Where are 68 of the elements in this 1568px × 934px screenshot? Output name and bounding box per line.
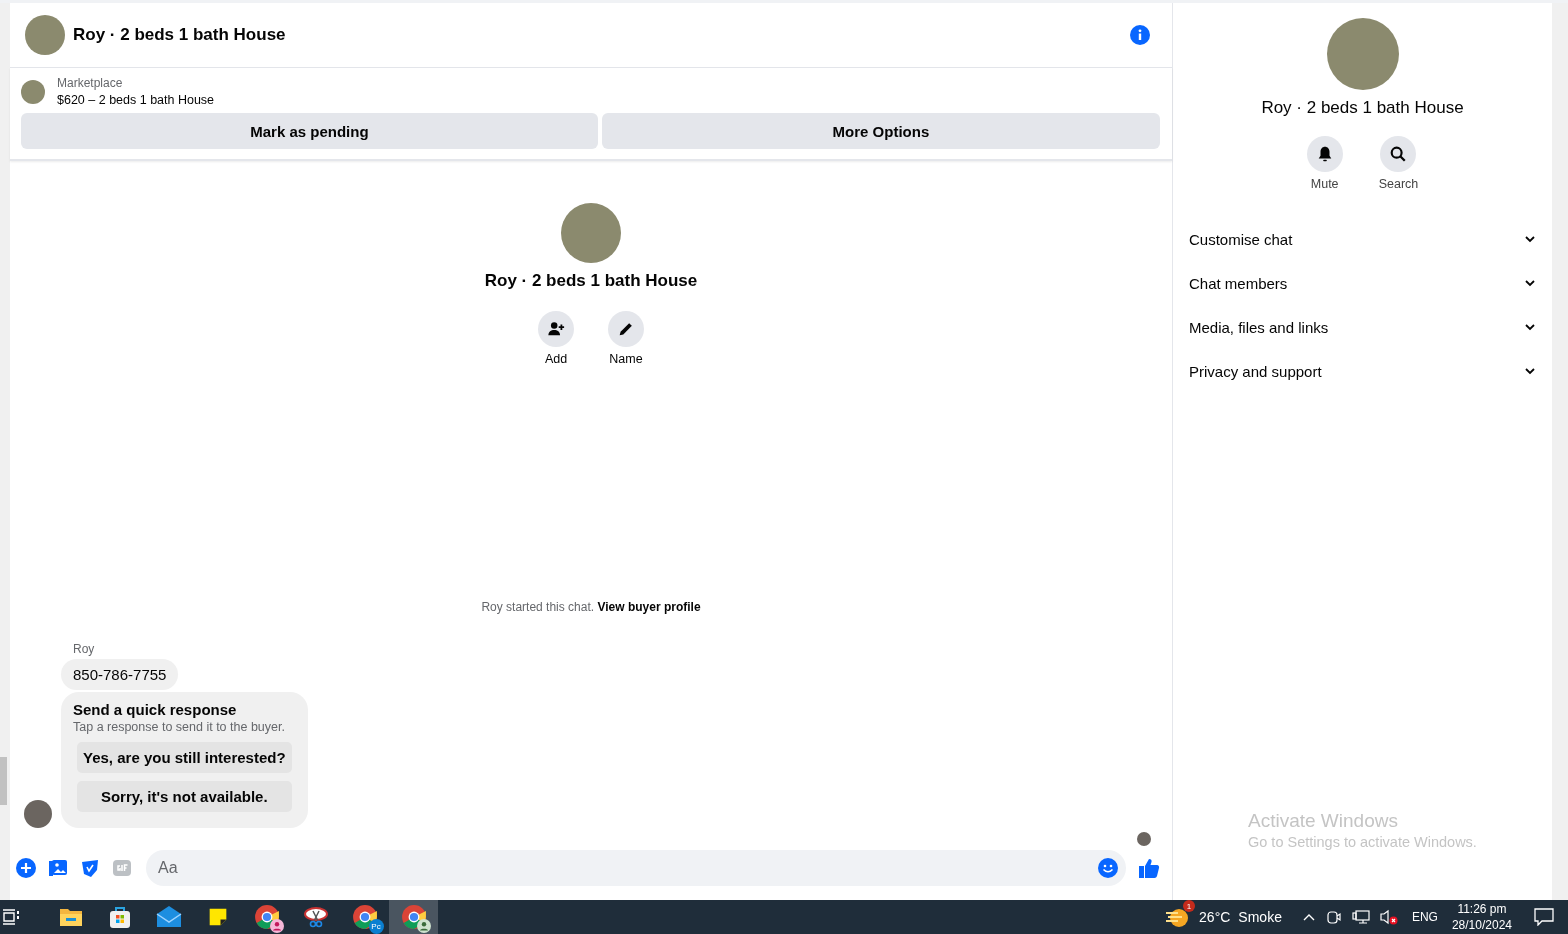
weather-condition: Smoke — [1238, 909, 1282, 925]
chevron-down-icon — [1524, 233, 1536, 245]
quick-response-button[interactable]: Yes, are you still interested? — [77, 742, 292, 773]
task-view-icon[interactable] — [2, 908, 20, 926]
activation-notice-text: Go to Settings to activate Windows. — [1248, 834, 1478, 850]
listing-title[interactable]: $620 – 2 beds 1 bath House — [57, 93, 215, 107]
envelope-icon — [155, 905, 182, 929]
listing-source: Marketplace — [57, 76, 124, 90]
chevron-down-icon — [1524, 321, 1536, 333]
chat-start-note: Roy started this chat. View buyer profile — [480, 600, 702, 614]
section-header[interactable]: Media, files and links — [1189, 305, 1536, 349]
buyer-profile-link[interactable]: View buyer profile — [597, 600, 701, 614]
sticker-icon[interactable] — [80, 858, 100, 878]
search-button[interactable] — [1380, 136, 1417, 172]
language-indicator[interactable]: ENG — [1411, 910, 1438, 924]
listing-action-button[interactable]: More Options — [601, 113, 1160, 149]
message-input-field[interactable]: Aa — [146, 850, 1126, 886]
person-icon — [269, 919, 284, 933]
quick-response-subtitle: Tap a response to send it to the buyer. — [73, 720, 286, 734]
sender-name: Roy — [73, 642, 96, 656]
action-label: Search — [1378, 177, 1419, 191]
action-label: Mute — [1310, 177, 1339, 191]
emoji-icon[interactable] — [1098, 858, 1118, 878]
action-label: Name — [609, 352, 643, 366]
rename-button[interactable] — [608, 311, 644, 347]
chat-title: Roy · 2 beds 1 bath House — [73, 25, 287, 45]
photo-placeholder — [561, 203, 621, 263]
scrollbar[interactable] — [1552, 3, 1568, 900]
notification-badge: 1 — [1183, 900, 1196, 912]
clock-date[interactable]: 28/10/2024 — [1451, 917, 1512, 933]
listing-action-button[interactable]: Mark as pending — [21, 113, 598, 149]
speaker-muted-icon[interactable] — [1379, 909, 1398, 925]
add-person-icon — [547, 320, 565, 338]
camera-icon[interactable] — [1325, 909, 1342, 925]
mute-button[interactable] — [1306, 136, 1343, 172]
action-label: Add — [544, 352, 568, 366]
avatar — [24, 800, 52, 828]
sticky-note-icon — [207, 907, 228, 927]
chevron-down-icon — [1524, 365, 1536, 377]
quick-response-title: Send a quick response — [73, 701, 238, 718]
clock-time[interactable]: 11:26 pm — [1457, 901, 1507, 917]
read-receipt-avatar — [1137, 832, 1151, 846]
activation-notice-title: Activate Windows — [1248, 810, 1399, 832]
details-title: Roy · 2 beds 1 bath House — [1261, 98, 1464, 118]
add-person-button[interactable] — [538, 311, 574, 347]
shopping-bag-icon — [107, 905, 132, 929]
section-header[interactable]: Customise chat — [1189, 217, 1536, 261]
photo-placeholder — [21, 79, 45, 104]
message-bubble: 850-786-7755 — [61, 659, 179, 690]
taskbar-app-button[interactable]: Pc — [340, 900, 389, 934]
info-icon[interactable] — [1130, 25, 1150, 45]
quick-response-button[interactable]: Sorry, it's not available. — [77, 781, 292, 812]
chevron-down-icon — [1524, 277, 1536, 289]
conversation-title: Roy · 2 beds 1 bath House — [484, 271, 698, 291]
section-header[interactable]: Chat members — [1189, 261, 1536, 305]
scissors-icon — [302, 905, 329, 929]
search-icon — [1389, 145, 1408, 163]
image-icon[interactable] — [48, 858, 68, 878]
notifications-icon[interactable] — [1534, 908, 1554, 926]
pencil-icon — [617, 320, 635, 338]
person-icon — [416, 919, 431, 933]
section-header[interactable]: Privacy and support — [1189, 349, 1536, 393]
temperature-text: 26°C — [1199, 909, 1231, 925]
scrollbar-thumb[interactable] — [0, 757, 7, 805]
thumbs-up-icon[interactable] — [1138, 857, 1160, 879]
plus-icon[interactable] — [16, 858, 36, 878]
photo-placeholder — [25, 15, 65, 55]
network-icon[interactable] — [1351, 909, 1370, 925]
